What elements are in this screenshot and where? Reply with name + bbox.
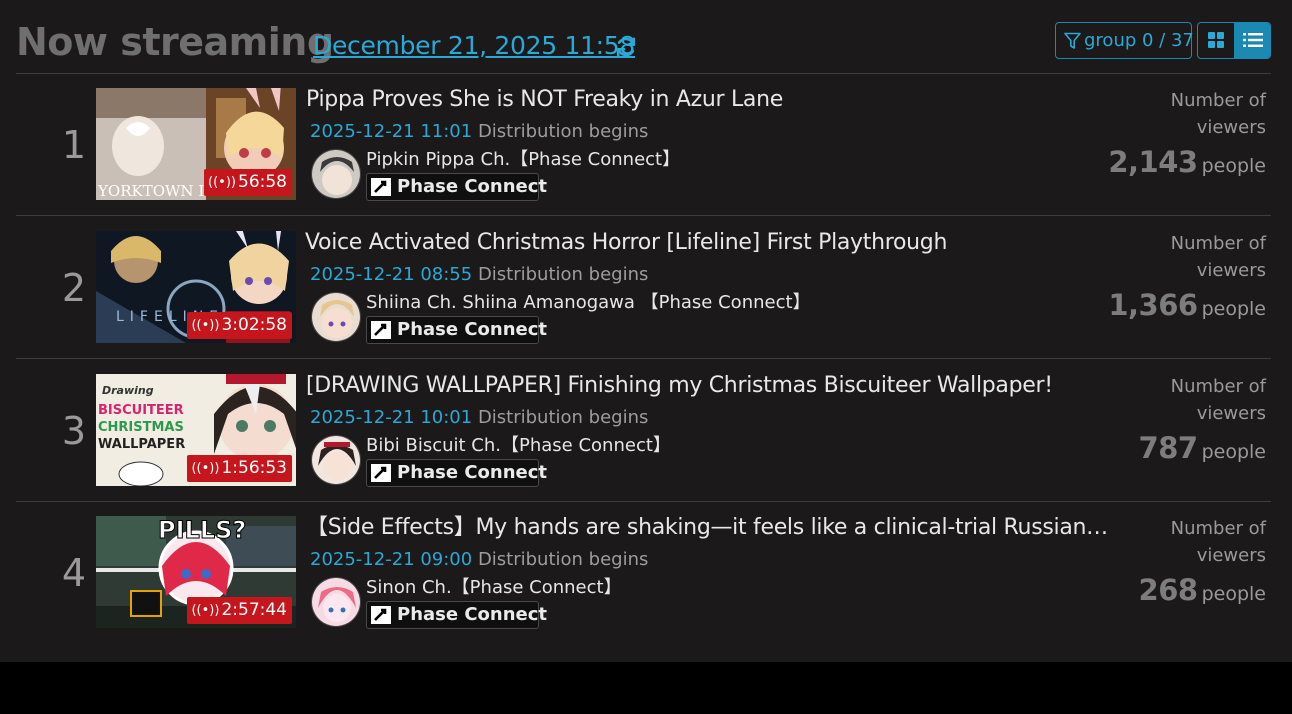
channel-name[interactable]: Pipkin Pippa Ch.【Phase Connect】 <box>366 147 680 173</box>
live-duration-badge: ((•)) 3:02:58 <box>187 312 292 339</box>
group-tag[interactable]: Phase Connect <box>366 173 547 201</box>
rank-number: 2 <box>61 266 86 310</box>
svg-text:BISCUITEER: BISCUITEER <box>98 403 184 418</box>
viewer-number: 268 <box>1138 573 1199 607</box>
viewer-count: Number of viewers 1,366 people <box>1108 233 1266 322</box>
stream-row[interactable]: 4 PILLS? ((•)) 2:57:44 【Side Effects】My h… <box>16 501 1271 644</box>
avatar[interactable] <box>311 149 361 199</box>
rank-number: 3 <box>61 409 86 453</box>
viewer-number: 2,143 <box>1108 145 1198 179</box>
live-broadcast-icon: ((•)) <box>191 461 220 476</box>
filter-icon <box>1064 32 1081 49</box>
start-time: 2025-12-21 11:01 Distribution begins <box>310 121 649 142</box>
thumbnail-text: YORKTOWN II <box>97 182 210 200</box>
live-duration-badge: ((•)) 1:56:53 <box>187 455 292 482</box>
stream-title[interactable]: 【Side Effects】My hands are shaking—it fe… <box>306 513 1111 543</box>
avatar[interactable] <box>311 577 361 627</box>
live-duration-badge: ((•)) 56:58 <box>204 169 292 196</box>
group-filter-button[interactable]: group 0 / 37 <box>1055 22 1194 59</box>
channel-name[interactable]: Shiina Ch. Shiina Amanogawa 【Phase Conne… <box>366 290 811 316</box>
phase-connect-logo-icon <box>371 321 391 339</box>
view-toggle <box>1197 22 1271 59</box>
stream-row[interactable]: 2 LIFELINE ((•)) 3:02:58 Voice Activated … <box>16 216 1271 359</box>
page-title: Now streaming <box>16 20 334 64</box>
group-tag[interactable]: Phase Connect <box>366 316 547 344</box>
group-filter-label: group 0 / 37 <box>1084 30 1194 51</box>
viewer-number: 787 <box>1138 431 1199 465</box>
list-view-button[interactable] <box>1234 23 1270 58</box>
viewer-count: Number of viewers 787 people <box>1138 376 1266 465</box>
group-tag[interactable]: Phase Connect <box>366 459 547 487</box>
stream-title[interactable]: [DRAWING WALLPAPER] Finishing my Christm… <box>306 371 1111 401</box>
avatar[interactable] <box>311 292 361 342</box>
grid-view-icon <box>1208 32 1224 48</box>
phase-connect-logo-icon <box>371 606 391 624</box>
rank-number: 1 <box>61 123 86 167</box>
stream-title[interactable]: Pippa Proves She is NOT Freaky in Azur L… <box>306 85 1111 115</box>
current-datetime-link[interactable]: December 21, 2025 11:58 <box>313 30 635 62</box>
stream-list-panel: Now streaming December 21, 2025 11:58 gr… <box>0 0 1292 662</box>
group-tag[interactable]: Phase Connect <box>366 601 547 629</box>
viewer-number: 1,366 <box>1108 288 1198 322</box>
stream-title[interactable]: Voice Activated Christmas Horror [Lifeli… <box>305 228 1110 258</box>
rank-number: 4 <box>61 551 86 595</box>
channel-name[interactable]: Bibi Biscuit Ch.【Phase Connect】 <box>366 433 671 459</box>
refresh-icon[interactable] <box>614 35 638 59</box>
thumbnail-text: PILLS? <box>158 516 246 544</box>
svg-text:WALLPAPER: WALLPAPER <box>98 437 185 452</box>
phase-connect-logo-icon <box>371 178 391 196</box>
viewer-count: Number of viewers 268 people <box>1138 518 1266 607</box>
grid-view-button[interactable] <box>1198 23 1235 58</box>
live-broadcast-icon: ((•)) <box>208 175 236 190</box>
live-broadcast-icon: ((•)) <box>191 603 220 618</box>
viewer-count: Number of viewers 2,143 people <box>1108 90 1266 179</box>
avatar[interactable] <box>311 435 361 485</box>
list-view-icon <box>1243 33 1263 47</box>
live-duration-badge: ((•)) 2:57:44 <box>187 597 292 624</box>
stream-row[interactable]: 1 YORKTOWN II ((•)) 56:58 Pippa Proves Sh… <box>16 73 1271 216</box>
stream-thumbnail[interactable]: PILLS? ((•)) 2:57:44 <box>96 516 296 628</box>
stream-thumbnail[interactable]: YORKTOWN II ((•)) 56:58 <box>96 88 296 200</box>
stream-row[interactable]: 3 Drawing BISCUITEER CHRISTMAS WALLPAPER… <box>16 359 1271 502</box>
start-time: 2025-12-21 09:00 Distribution begins <box>310 549 649 570</box>
stream-thumbnail[interactable]: Drawing BISCUITEER CHRISTMAS WALLPAPER (… <box>96 374 296 486</box>
live-broadcast-icon: ((•)) <box>191 318 220 333</box>
phase-connect-logo-icon <box>371 464 391 482</box>
svg-text:CHRISTMAS: CHRISTMAS <box>98 420 184 435</box>
stream-thumbnail[interactable]: LIFELINE ((•)) 3:02:58 <box>96 231 296 343</box>
start-time: 2025-12-21 08:55 Distribution begins <box>310 264 649 285</box>
start-time: 2025-12-21 10:01 Distribution begins <box>310 407 649 428</box>
channel-name[interactable]: Sinon Ch.【Phase Connect】 <box>366 575 622 601</box>
svg-text:Drawing: Drawing <box>102 384 154 397</box>
header: Now streaming December 21, 2025 11:58 gr… <box>16 18 1271 74</box>
